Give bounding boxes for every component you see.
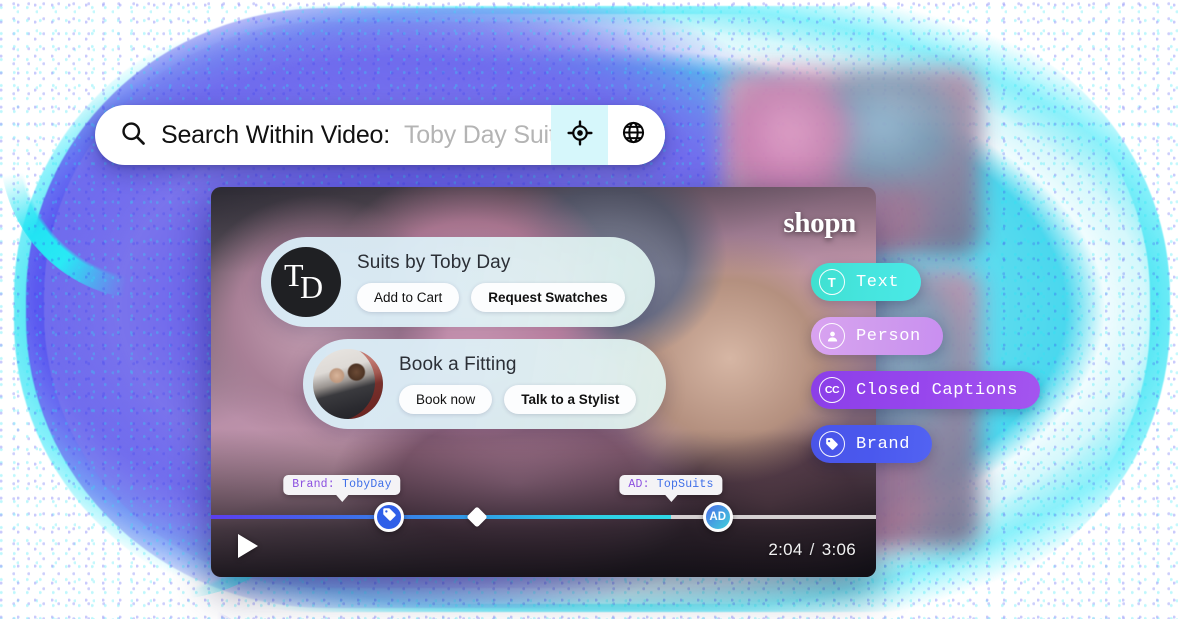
search-icon [119, 119, 147, 152]
add-to-cart-button[interactable]: Add to Cart [357, 283, 460, 312]
book-now-button[interactable]: Book now [399, 385, 493, 414]
filter-pill-label: Brand [856, 434, 911, 454]
locate-button[interactable] [551, 105, 608, 165]
timeline-marker-ad[interactable]: AD [702, 502, 733, 532]
filter-pill-closed-captions[interactable]: CC Closed Captions [811, 371, 1041, 409]
person-circle-icon [819, 323, 845, 349]
timeline-marker-brand[interactable] [374, 502, 405, 532]
tag-marker-icon [382, 507, 397, 527]
monogram-letter-d: D [300, 269, 324, 305]
overlay-card-actions: Add to Cart Request Swatches [357, 283, 625, 312]
talk-to-stylist-button[interactable]: Talk to a Stylist [504, 385, 637, 414]
current-time: 2:04 [768, 540, 803, 559]
text-circle-icon: T [819, 269, 845, 295]
ad-badge-label: AD [709, 511, 727, 523]
tooltip-key: Brand: [292, 478, 335, 491]
overlay-card-title: Suits by Toby Day [357, 252, 511, 273]
filter-pill-label: Closed Captions [856, 380, 1019, 400]
tooltip-value: TobyDay [342, 478, 392, 491]
filter-pill-list: T Text Person CC Closed Captions Brand [811, 263, 1041, 463]
timeline-tooltip-ad: AD: TopSuits [619, 475, 723, 495]
overlay-card-fitting[interactable]: Book a Fitting Book now Talk to a Stylis… [303, 339, 667, 429]
time-separator: / [809, 540, 815, 559]
overlay-card-body: Book a Fitting Book now Talk to a Stylis… [399, 354, 637, 414]
total-time: 3:06 [821, 540, 856, 559]
overlay-card-title: Book a Fitting [399, 354, 517, 375]
globe-icon [621, 120, 646, 150]
filter-pill-text[interactable]: T Text [811, 263, 922, 301]
play-button[interactable] [231, 529, 265, 563]
search-label: Search Within Video: [161, 120, 390, 149]
timeline-track[interactable]: AD [211, 502, 876, 532]
shopn-logo: shopn [783, 207, 856, 239]
tooltip-value: TopSuits [656, 478, 714, 491]
overlay-card-body: Suits by Toby Day Add to Cart Request Sw… [357, 252, 625, 312]
filter-pill-brand[interactable]: Brand [811, 425, 933, 463]
timeline-playhead[interactable] [466, 506, 488, 528]
fitting-photo-avatar [313, 349, 383, 419]
video-controls: Brand: TobyDay AD: TopSuits AD 2:04 / 3:… [211, 465, 876, 577]
overlay-card-actions: Book now Talk to a Stylist [399, 385, 637, 414]
search-input[interactable]: Search Within Video: Toby Day Suits [95, 105, 568, 165]
filter-pill-label: Text [856, 272, 900, 292]
crosshair-target-icon [566, 119, 593, 151]
closed-caption-icon: CC [819, 377, 845, 403]
video-player[interactable]: shopn T D Suits by Toby Day Add to Cart … [211, 187, 876, 577]
search-bar[interactable]: Search Within Video: Toby Day Suits [95, 105, 665, 165]
request-swatches-button[interactable]: Request Swatches [471, 283, 625, 312]
app-root: Search Within Video: Toby Day Suits shop… [0, 0, 1182, 619]
timeline-progress [211, 515, 672, 519]
play-icon [238, 534, 258, 558]
monogram-td: T D [281, 259, 331, 305]
overlay-card-product[interactable]: T D Suits by Toby Day Add to Cart Reques… [261, 237, 655, 327]
filter-pill-person[interactable]: Person [811, 317, 943, 355]
toby-day-monogram-avatar: T D [271, 247, 341, 317]
time-display: 2:04 / 3:06 [768, 540, 856, 560]
filter-pill-label: Person [856, 326, 921, 346]
timeline-tooltip-brand: Brand: TobyDay [283, 475, 401, 495]
tooltip-key: AD: [628, 478, 650, 491]
tag-circle-icon [819, 431, 845, 457]
search-query-value: Toby Day Suits [404, 120, 568, 149]
